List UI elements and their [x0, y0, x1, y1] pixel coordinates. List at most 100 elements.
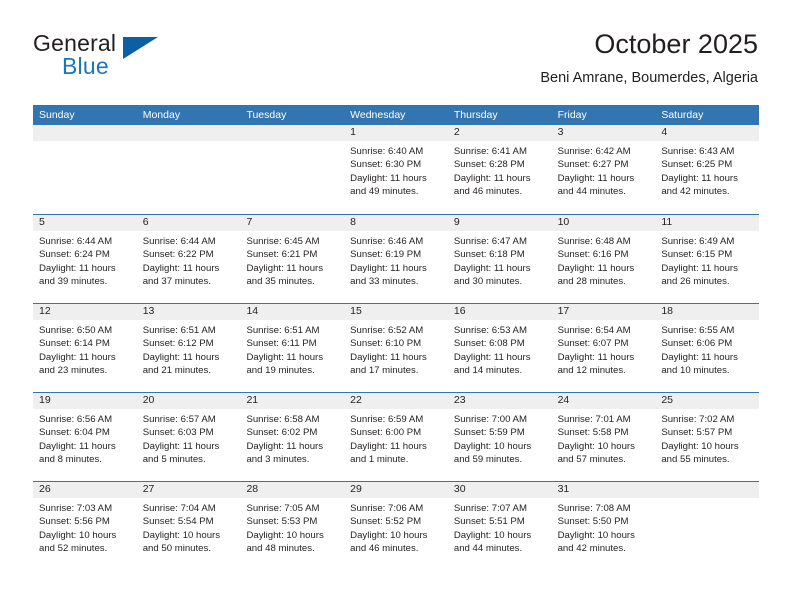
day-detail-line: Sunset: 6:27 PM: [557, 159, 629, 171]
calendar-day-cell[interactable]: 16 Sunrise: 6:53 AM Sunset: 6:08 PM Dayligh…: [447, 304, 552, 392]
day-sun-details: Sunrise: 6:55 AM Sunset: 6:06 PM Daylight:…: [655, 320, 759, 378]
day-detail-line: Sunset: 6:00 PM: [350, 427, 422, 439]
calendar-day-cell[interactable]: 5 Sunrise: 6:44 AM Sunset: 6:24 PM Daylight…: [33, 215, 137, 303]
day-detail-line: Sunset: 6:08 PM: [453, 338, 525, 350]
day-detail-line: Daylight: 11 hours: [557, 351, 635, 363]
day-detail-line: and 30 minutes.: [453, 276, 523, 288]
calendar-day-cell[interactable]: 21 Sunrise: 6:58 AM Sunset: 6:02 PM Dayligh…: [240, 393, 345, 481]
blue-triangle-icon: [123, 37, 158, 59]
day-sun-details: [240, 141, 344, 145]
day-detail-line: Daylight: 10 hours: [661, 440, 739, 452]
day-sun-details: Sunrise: 7:06 AM Sunset: 5:52 PM Daylight:…: [344, 498, 448, 556]
calendar-week-row: 1 Sunrise: 6:40 AM Sunset: 6:30 PM Daylight…: [33, 125, 760, 214]
day-detail-line: Sunset: 5:56 PM: [39, 516, 110, 528]
day-detail-line: Daylight: 11 hours: [661, 262, 738, 274]
day-detail-line: Daylight: 10 hours: [39, 529, 117, 541]
day-number: 19: [33, 393, 137, 409]
calendar-day-cell[interactable]: 4 Sunrise: 6:43 AM Sunset: 6:25 PM Daylight…: [655, 125, 760, 214]
day-detail-line: Sunset: 5:52 PM: [350, 516, 422, 528]
day-sun-details: Sunrise: 6:46 AM Sunset: 6:19 PM Daylight:…: [344, 231, 448, 289]
day-number: 3: [551, 125, 656, 141]
day-detail-line: and 14 minutes.: [453, 365, 523, 377]
day-number: 25: [655, 393, 760, 409]
calendar-day-cell-empty: [655, 482, 760, 570]
day-detail-line: Sunset: 5:51 PM: [453, 516, 525, 528]
day-number: 29: [344, 482, 448, 498]
calendar-day-cell[interactable]: 7 Sunrise: 6:45 AM Sunset: 6:21 PM Daylight…: [240, 215, 345, 303]
general-blue-logo[interactable]: General Blue: [33, 28, 263, 90]
day-detail-line: Sunset: 5:58 PM: [557, 427, 629, 439]
calendar-day-cell[interactable]: 10 Sunrise: 6:48 AM Sunset: 6:16 PM Dayligh…: [551, 215, 656, 303]
day-detail-line: Sunset: 6:14 PM: [39, 338, 110, 350]
day-detail-line: Daylight: 11 hours: [39, 262, 116, 274]
day-sun-details: Sunrise: 6:48 AM Sunset: 6:16 PM Daylight:…: [552, 231, 656, 289]
day-sun-details: Sunrise: 6:52 AM Sunset: 6:10 PM Daylight:…: [344, 320, 448, 378]
day-number: 30: [447, 482, 552, 498]
day-detail-line: Daylight: 10 hours: [350, 529, 428, 541]
day-detail-line: Sunset: 6:10 PM: [350, 338, 422, 350]
day-detail-line: Sunset: 5:57 PM: [661, 427, 733, 439]
calendar-day-cell[interactable]: 26 Sunrise: 7:03 AM Sunset: 5:56 PM Dayligh…: [33, 482, 137, 570]
day-detail-line: and 42 minutes.: [557, 543, 626, 555]
day-detail-line: Sunrise: 6:55 AM: [661, 325, 735, 336]
day-detail-line: Daylight: 11 hours: [39, 440, 116, 452]
day-detail-line: Sunrise: 6:56 AM: [39, 414, 113, 425]
day-detail-line: Sunset: 6:07 PM: [557, 338, 629, 350]
day-detail-line: Sunrise: 6:54 AM: [557, 325, 631, 336]
calendar-day-cell[interactable]: 12 Sunrise: 6:50 AM Sunset: 6:14 PM Dayligh…: [33, 304, 137, 392]
day-detail-line: Sunrise: 6:40 AM: [350, 146, 424, 157]
calendar-day-cell[interactable]: 23 Sunrise: 7:00 AM Sunset: 5:59 PM Dayligh…: [447, 393, 552, 481]
calendar-week-row: 19 Sunrise: 6:56 AM Sunset: 6:04 PM Dayligh…: [33, 392, 760, 481]
calendar-day-cell[interactable]: 18 Sunrise: 6:55 AM Sunset: 6:06 PM Dayligh…: [655, 304, 760, 392]
day-sun-details: Sunrise: 7:08 AM Sunset: 5:50 PM Daylight:…: [552, 498, 656, 556]
day-detail-line: Daylight: 11 hours: [557, 172, 635, 184]
calendar-day-cell[interactable]: 30 Sunrise: 7:07 AM Sunset: 5:51 PM Dayligh…: [447, 482, 552, 570]
weekday-header-row: Sunday Monday Tuesday Wednesday Thursday Frid…: [33, 105, 759, 125]
day-number: 14: [240, 304, 345, 320]
day-sun-details: Sunrise: 6:58 AM Sunset: 6:02 PM Daylight:…: [240, 409, 344, 467]
day-detail-line: and 39 minutes.: [39, 276, 108, 288]
calendar-day-cell[interactable]: 20 Sunrise: 6:57 AM Sunset: 6:03 PM Dayligh…: [136, 393, 241, 481]
day-detail-line: and 10 minutes.: [661, 365, 730, 377]
calendar-day-cell[interactable]: 2 Sunrise: 6:41 AM Sunset: 6:28 PM Daylight…: [447, 125, 552, 214]
calendar-day-cell[interactable]: 6 Sunrise: 6:44 AM Sunset: 6:22 PM Daylight…: [136, 215, 241, 303]
day-detail-line: Sunset: 6:15 PM: [661, 249, 733, 261]
day-detail-line: Sunrise: 6:53 AM: [453, 325, 527, 336]
day-detail-line: Daylight: 11 hours: [39, 351, 116, 363]
calendar-day-cell[interactable]: 17 Sunrise: 6:54 AM Sunset: 6:07 PM Dayligh…: [551, 304, 656, 392]
day-detail-line: Sunrise: 6:57 AM: [142, 414, 216, 425]
day-detail-line: and 37 minutes.: [142, 276, 211, 288]
calendar-day-cell[interactable]: 8 Sunrise: 6:46 AM Sunset: 6:19 PM Daylight…: [344, 215, 448, 303]
calendar-day-cell[interactable]: 14 Sunrise: 6:51 AM Sunset: 6:11 PM Dayligh…: [240, 304, 345, 392]
day-detail-line: and 8 minutes.: [39, 454, 102, 466]
day-detail-line: Sunset: 6:18 PM: [453, 249, 525, 261]
weekday-header-thursday: Thursday: [453, 109, 498, 121]
calendar-day-cell[interactable]: 19 Sunrise: 6:56 AM Sunset: 6:04 PM Dayligh…: [33, 393, 137, 481]
day-number: 2: [447, 125, 552, 141]
calendar-day-cell[interactable]: 13 Sunrise: 6:51 AM Sunset: 6:12 PM Dayligh…: [136, 304, 241, 392]
calendar-day-cell[interactable]: 1 Sunrise: 6:40 AM Sunset: 6:30 PM Daylight…: [344, 125, 448, 214]
calendar-day-cell-empty: [33, 125, 137, 214]
calendar-day-cell[interactable]: 15 Sunrise: 6:52 AM Sunset: 6:10 PM Dayligh…: [344, 304, 448, 392]
day-number: 16: [447, 304, 552, 320]
day-detail-line: and 50 minutes.: [142, 543, 211, 555]
calendar-day-cell[interactable]: 24 Sunrise: 7:01 AM Sunset: 5:58 PM Dayligh…: [551, 393, 656, 481]
calendar-day-cell[interactable]: 28 Sunrise: 7:05 AM Sunset: 5:53 PM Dayligh…: [240, 482, 345, 570]
day-detail-line: Daylight: 10 hours: [246, 529, 324, 541]
calendar-day-cell[interactable]: 9 Sunrise: 6:47 AM Sunset: 6:18 PM Daylight…: [447, 215, 552, 303]
day-detail-line: Daylight: 11 hours: [246, 440, 324, 452]
day-number: 23: [447, 393, 552, 409]
day-detail-line: Sunrise: 6:48 AM: [557, 236, 631, 247]
calendar-day-cell[interactable]: 31 Sunrise: 7:08 AM Sunset: 5:50 PM Dayligh…: [551, 482, 656, 570]
day-detail-line: Daylight: 11 hours: [246, 262, 324, 274]
day-sun-details: Sunrise: 7:00 AM Sunset: 5:59 PM Daylight:…: [448, 409, 552, 467]
day-number: 10: [551, 215, 656, 231]
calendar-day-cell[interactable]: 27 Sunrise: 7:04 AM Sunset: 5:54 PM Dayligh…: [136, 482, 241, 570]
calendar-day-cell[interactable]: 22 Sunrise: 6:59 AM Sunset: 6:00 PM Dayligh…: [344, 393, 448, 481]
day-number: 9: [447, 215, 552, 231]
calendar-day-cell[interactable]: 29 Sunrise: 7:06 AM Sunset: 5:52 PM Dayligh…: [344, 482, 448, 570]
calendar-day-cell[interactable]: 25 Sunrise: 7:02 AM Sunset: 5:57 PM Dayligh…: [655, 393, 760, 481]
calendar-day-cell[interactable]: 3 Sunrise: 6:42 AM Sunset: 6:27 PM Daylight…: [551, 125, 656, 214]
calendar-day-cell[interactable]: 11 Sunrise: 6:49 AM Sunset: 6:15 PM Dayligh…: [655, 215, 760, 303]
day-detail-line: and 48 minutes.: [246, 543, 315, 555]
